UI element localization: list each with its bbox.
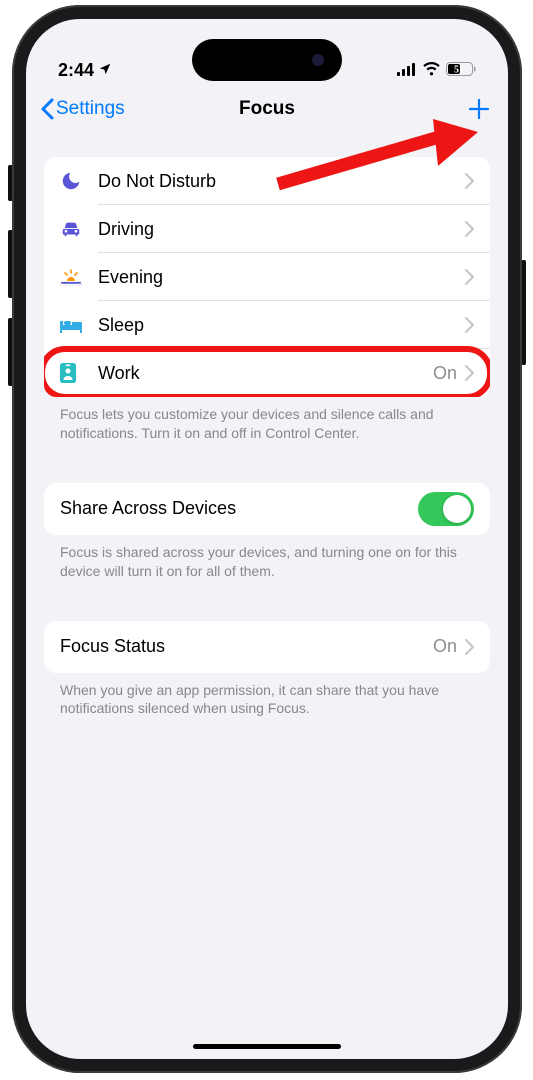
home-indicator[interactable] [193, 1044, 341, 1049]
focus-item-sleep[interactable]: Sleep [44, 301, 490, 349]
wifi-icon [422, 62, 441, 81]
car-icon [60, 218, 98, 240]
chevron-right-icon [465, 365, 474, 381]
chevron-right-icon [465, 221, 474, 237]
svg-text:51: 51 [454, 65, 464, 76]
focus-label: Evening [98, 267, 465, 288]
location-icon [98, 62, 112, 79]
badge-icon [60, 363, 98, 383]
back-label: Settings [56, 98, 125, 120]
battery-icon: 51 [446, 62, 476, 81]
status-time: 2:44 [58, 60, 94, 81]
focus-item-dnd[interactable]: Do Not Disturb [44, 157, 490, 205]
focus-status-row[interactable]: Focus Status On [44, 621, 490, 673]
cellular-icon [397, 63, 417, 81]
status-footer-text: When you give an app permission, it can … [44, 673, 490, 719]
share-label: Share Across Devices [60, 498, 418, 519]
back-button[interactable]: Settings [40, 98, 125, 120]
focus-label: Work [98, 363, 433, 384]
focus-item-evening[interactable]: Evening [44, 253, 490, 301]
moon-icon [60, 170, 98, 192]
sunset-icon [60, 268, 98, 286]
focus-item-work[interactable]: Work On [44, 349, 490, 397]
chevron-right-icon [465, 269, 474, 285]
chevron-right-icon [465, 317, 474, 333]
focus-label: Sleep [98, 315, 465, 336]
share-footer-text: Focus is shared across your devices, and… [44, 535, 490, 581]
plus-icon [467, 97, 491, 121]
status-section: Focus Status On [44, 621, 490, 673]
add-button[interactable] [464, 94, 494, 124]
page-title: Focus [239, 98, 295, 120]
focus-label: Driving [98, 219, 465, 240]
focus-item-driving[interactable]: Driving [44, 205, 490, 253]
share-section: Share Across Devices [44, 483, 490, 535]
share-toggle[interactable] [418, 492, 474, 526]
chevron-right-icon [465, 173, 474, 189]
focus-status-value: On [433, 636, 457, 657]
focus-label: Do Not Disturb [98, 171, 465, 192]
dynamic-island [192, 39, 342, 81]
focus-footer-text: Focus lets you customize your devices an… [44, 397, 490, 443]
focus-status: On [433, 363, 457, 384]
focus-status-label: Focus Status [60, 636, 433, 657]
share-row: Share Across Devices [44, 483, 490, 535]
chevron-right-icon [465, 639, 474, 655]
focus-modes-section: Do Not Disturb Driving Evening [44, 157, 490, 397]
navigation-bar: Settings Focus [26, 85, 508, 133]
bed-icon [60, 317, 98, 333]
